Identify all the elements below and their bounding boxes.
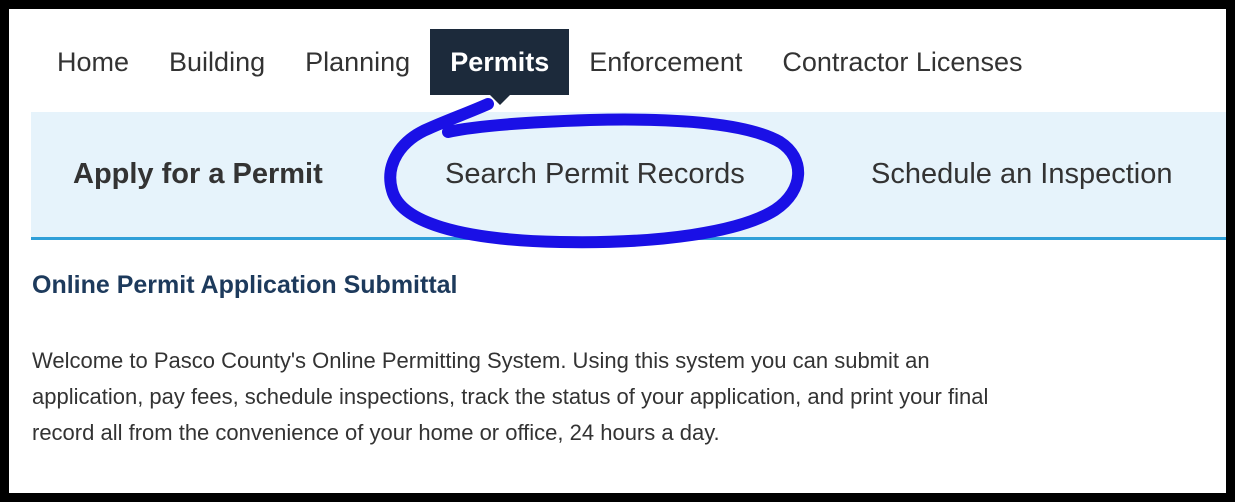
nav-building-label: Building <box>169 46 266 77</box>
active-caret-icon <box>488 94 511 105</box>
nav-planning[interactable]: Planning <box>285 29 430 95</box>
apply-for-permit-link[interactable]: Apply for a Permit <box>73 112 323 237</box>
nav-home-label: Home <box>57 46 130 77</box>
nav-enforcement[interactable]: Enforcement <box>569 29 762 95</box>
top-nav: Home Building Planning Permits Enforceme… <box>37 24 1042 105</box>
nav-permits[interactable]: Permits <box>430 29 570 105</box>
nav-enforcement-label: Enforcement <box>589 46 743 77</box>
schedule-inspection-link[interactable]: Schedule an Inspection <box>871 112 1173 237</box>
nav-contractor-licenses[interactable]: Contractor Licenses <box>762 29 1042 95</box>
schedule-inspection-label: Schedule an Inspection <box>871 158 1173 190</box>
apply-for-permit-label: Apply for a Permit <box>73 158 323 190</box>
page-title: Online Permit Application Submittal <box>32 271 458 299</box>
nav-contractor-licenses-label: Contractor Licenses <box>782 46 1023 77</box>
nav-permits-label: Permits <box>450 46 550 77</box>
nav-home[interactable]: Home <box>37 29 149 95</box>
sub-nav: Apply for a Permit Search Permit Records… <box>31 112 1226 240</box>
nav-planning-label: Planning <box>305 46 411 77</box>
search-permit-records-label: Search Permit Records <box>445 158 745 190</box>
search-permit-records-link[interactable]: Search Permit Records <box>445 112 745 237</box>
intro-paragraph: Welcome to Pasco County's Online Permitt… <box>32 348 989 445</box>
screenshot-frame: Home Building Planning Permits Enforceme… <box>0 0 1235 502</box>
nav-building[interactable]: Building <box>149 29 285 95</box>
